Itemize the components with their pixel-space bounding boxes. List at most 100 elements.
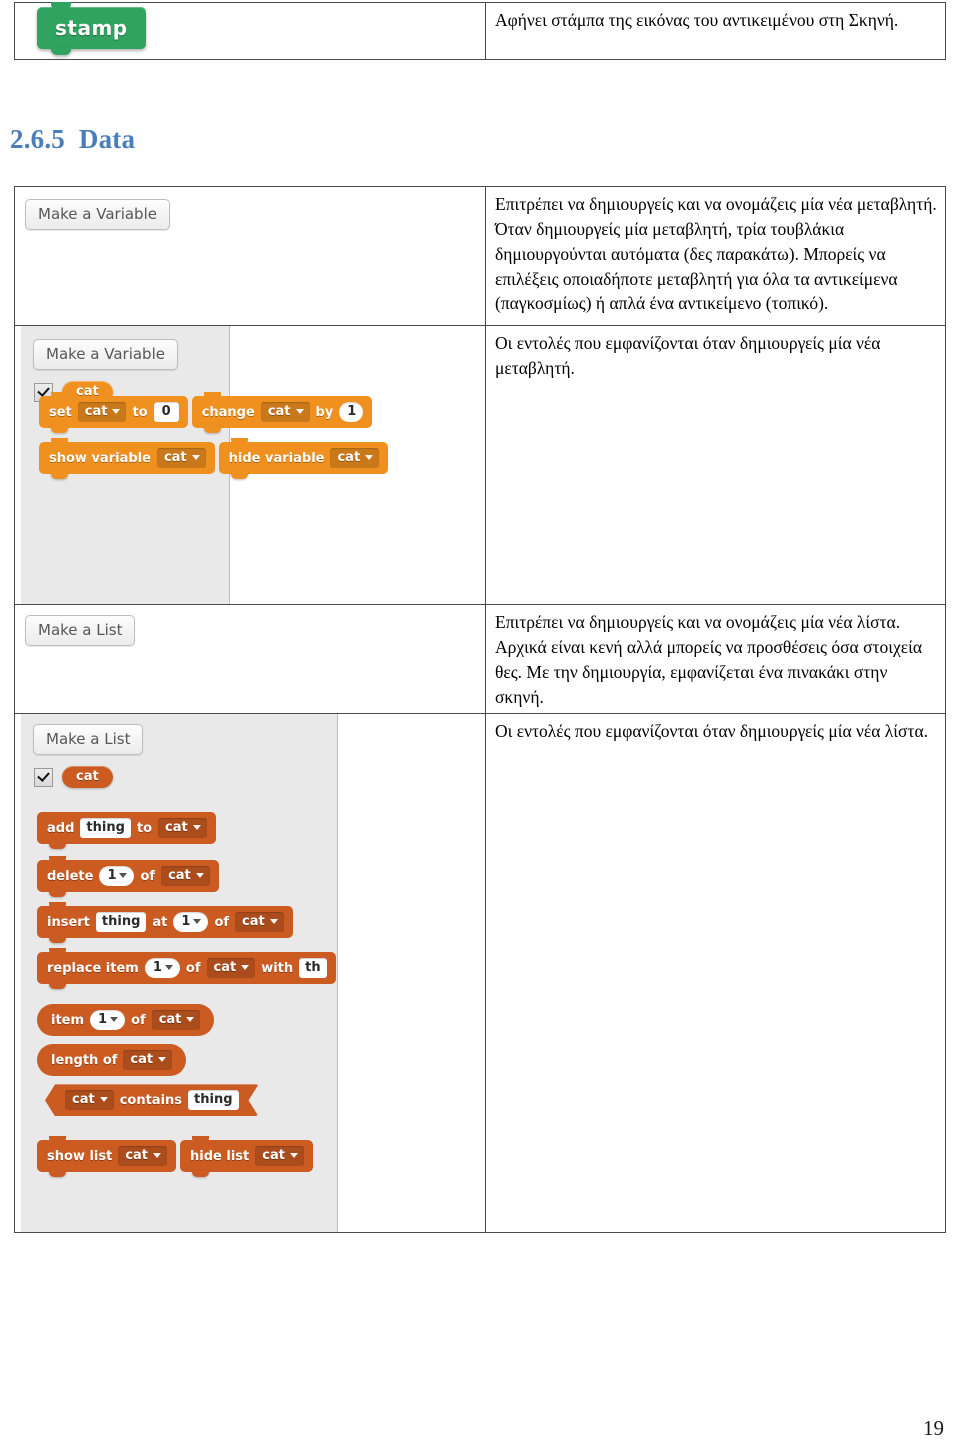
chevron-down-icon xyxy=(192,825,201,831)
block-label-insert: insert xyxy=(47,914,90,930)
block-hide-variable[interactable]: hide variable cat xyxy=(218,438,389,479)
chevron-down-icon xyxy=(119,873,128,879)
input-replace-thing[interactable]: th xyxy=(299,958,327,979)
input-set-value[interactable]: 0 xyxy=(153,402,179,422)
block-length-of-list[interactable]: length of cat xyxy=(37,1044,187,1077)
table-row-variable-blocks: Make a Variable cat set cat to 0 change … xyxy=(14,325,946,605)
block-label-set: set xyxy=(49,404,72,420)
input-delete-index[interactable]: 1 xyxy=(99,866,135,887)
chevron-down-icon xyxy=(289,1153,298,1159)
make-a-list-button-2[interactable]: Make a List xyxy=(33,724,144,756)
dropdown-list-insert[interactable]: cat xyxy=(235,912,284,933)
variable-blocks-description: Οι εντολές που εμφανίζονται όταν δημιουρ… xyxy=(495,333,881,378)
make-list-description-cell: Επιτρέπει να δημιουργείς και να ονομάζει… xyxy=(485,603,946,715)
stamp-description-cell: Αφήνει στάμπα της εικόνας του αντικειμέν… xyxy=(485,2,946,60)
dropdown-value: cat xyxy=(84,404,108,419)
dropdown-variable-hide[interactable]: cat xyxy=(330,448,380,468)
variable-blocks-cell: Make a Variable cat set cat to 0 change … xyxy=(14,325,486,605)
dropdown-value: cat xyxy=(72,1092,95,1108)
input-value: 1 xyxy=(152,960,162,976)
input-insert-thing[interactable]: thing xyxy=(95,912,147,933)
input-value: 1 xyxy=(98,1012,108,1028)
dropdown-list-show[interactable]: cat xyxy=(118,1146,168,1167)
chevron-down-icon xyxy=(164,965,173,971)
stamp-table: stamp Αφήνει στάμπα της εικόνας του αντι… xyxy=(14,2,946,60)
list-checkbox-row: cat xyxy=(21,755,337,789)
block-label-hide-list: hide list xyxy=(190,1148,250,1164)
block-label-of: of xyxy=(131,1012,146,1028)
block-list-contains[interactable]: cat contains thing xyxy=(45,1084,259,1116)
list-blocks-description-cell: Οι εντολές που εμφανίζονται όταν δημιουρ… xyxy=(485,713,946,1234)
block-item-of-list[interactable]: item 1 of cat xyxy=(37,1004,215,1037)
stamp-block[interactable]: stamp xyxy=(37,2,146,55)
input-value: 1 xyxy=(347,404,357,419)
block-label-of: of xyxy=(140,868,156,884)
make-a-variable-button-2[interactable]: Make a Variable xyxy=(33,339,178,370)
dropdown-list-item[interactable]: cat xyxy=(151,1010,201,1031)
block-change-variable[interactable]: change cat by 1 xyxy=(191,392,373,433)
block-label-show-variable: show variable xyxy=(49,450,151,466)
chevron-down-icon xyxy=(186,1017,195,1023)
block-insert-at-list[interactable]: insert thing at 1 of cat xyxy=(37,902,293,944)
dropdown-list-length[interactable]: cat xyxy=(123,1050,173,1071)
dropdown-variable-show[interactable]: cat xyxy=(156,448,206,468)
input-value: 0 xyxy=(161,404,171,419)
input-value: 1 xyxy=(107,868,117,884)
chevron-down-icon xyxy=(295,409,304,414)
chevron-down-icon xyxy=(241,965,250,971)
chevron-down-icon xyxy=(100,1097,108,1102)
block-label-change: change xyxy=(201,404,255,420)
block-label-of: of xyxy=(185,960,201,976)
chevron-down-icon xyxy=(191,455,200,460)
chevron-down-icon xyxy=(193,919,202,925)
block-replace-item-list[interactable]: replace item 1 of cat with th xyxy=(37,948,336,990)
block-label-hide-variable: hide variable xyxy=(228,450,325,466)
variable-block-list: set cat to 0 change cat by 1 show variab… xyxy=(39,392,485,488)
dropdown-list-delete[interactable]: cat xyxy=(161,866,210,887)
dropdown-value: cat xyxy=(213,960,237,976)
section-heading: 2.6.5 Data xyxy=(10,124,136,154)
make-a-list-button[interactable]: Make a List xyxy=(25,615,136,646)
dropdown-value: cat xyxy=(337,450,361,465)
list-block-list: add thing to cat delete 1 of cat insert … xyxy=(37,812,347,1188)
block-set-variable[interactable]: set cat to 0 xyxy=(39,392,188,433)
input-insert-index[interactable]: 1 xyxy=(173,912,209,933)
make-a-variable-button[interactable]: Make a Variable xyxy=(25,199,170,230)
chevron-down-icon xyxy=(365,455,374,460)
input-add-thing[interactable]: thing xyxy=(80,818,131,839)
chevron-down-icon xyxy=(110,1017,119,1023)
make-list-button-cell: Make a List xyxy=(14,603,486,715)
chevron-down-icon xyxy=(269,919,278,925)
input-change-value[interactable]: 1 xyxy=(339,402,364,422)
dropdown-list-hide[interactable]: cat xyxy=(255,1146,304,1167)
dropdown-variable-set[interactable]: cat xyxy=(77,402,127,422)
chevron-down-icon xyxy=(158,1057,167,1063)
input-replace-index[interactable]: 1 xyxy=(144,958,180,979)
input-value: 1 xyxy=(181,914,191,930)
block-label-of: of xyxy=(214,914,230,930)
dropdown-variable-change[interactable]: cat xyxy=(260,402,310,422)
block-show-variable[interactable]: show variable cat xyxy=(39,438,215,479)
table-row-list-blocks: Make a List cat add thing to cat delete … xyxy=(14,713,946,1234)
input-contains-thing[interactable]: thing xyxy=(188,1090,239,1110)
input-item-index[interactable]: 1 xyxy=(90,1010,126,1031)
list-visibility-checkbox[interactable] xyxy=(34,767,53,787)
table-row-make-a-list: Make a List Επιτρέπει να δημιουργείς και… xyxy=(14,603,946,715)
chevron-down-icon xyxy=(153,1153,162,1159)
data-table: Make a Variable Επιτρέπει να δημιουργείς… xyxy=(14,186,946,1234)
block-show-list[interactable]: show list cat xyxy=(37,1136,177,1178)
block-label-contains: contains xyxy=(119,1092,183,1108)
dropdown-list-contains[interactable]: cat xyxy=(65,1090,114,1110)
table-row-make-a-variable: Make a Variable Επιτρέπει να δημιουργείς… xyxy=(14,186,946,326)
list-blocks-description: Οι εντολές που εμφανίζονται όταν δημιουρ… xyxy=(495,721,929,742)
dropdown-list-replace[interactable]: cat xyxy=(206,958,256,979)
list-reporter-cat[interactable]: cat xyxy=(62,766,113,789)
dropdown-list-add[interactable]: cat xyxy=(158,818,207,839)
block-delete-of-list[interactable]: delete 1 of cat xyxy=(37,856,219,898)
block-label-at: at xyxy=(152,914,168,930)
block-hide-list[interactable]: hide list cat xyxy=(180,1136,313,1178)
dropdown-value: cat xyxy=(267,404,291,419)
stamp-block-cell: stamp xyxy=(14,2,486,60)
block-add-to-list[interactable]: add thing to cat xyxy=(37,812,216,850)
make-list-description: Επιτρέπει να δημιουργείς και να ονομάζει… xyxy=(495,612,923,707)
